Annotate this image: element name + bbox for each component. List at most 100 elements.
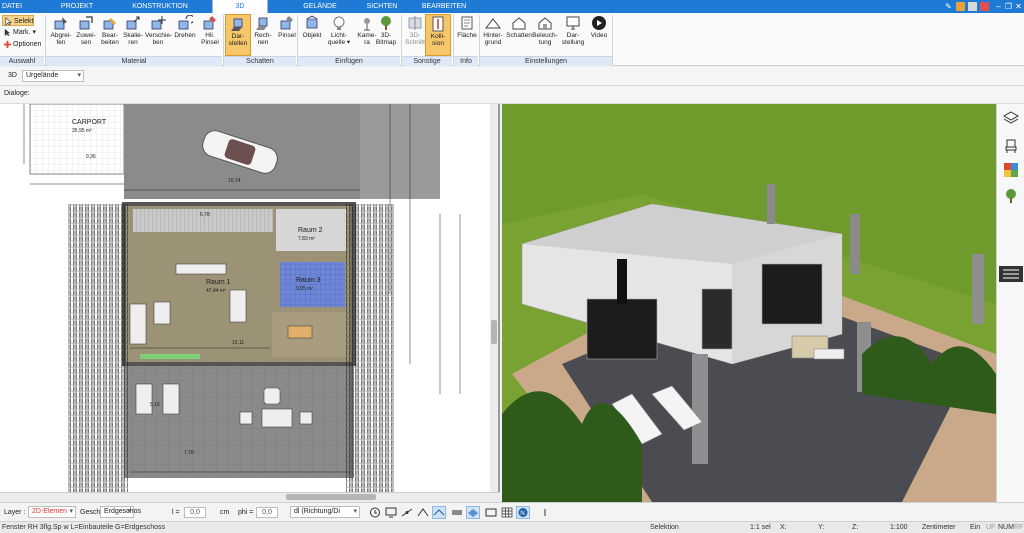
play-icon	[592, 16, 606, 30]
tab-sichten[interactable]: SICHTEN	[362, 0, 402, 13]
point-snap-icon[interactable]	[416, 506, 430, 519]
group-einstellungen: Einstellungen	[480, 56, 612, 66]
length-input[interactable]: 0,0	[184, 507, 206, 518]
selekt-button[interactable]: Selekt	[2, 15, 34, 26]
lichtquelle-button[interactable]: Licht-quelle ▾	[324, 14, 354, 56]
schatten-rechnen-button[interactable]: Rech-nen	[250, 14, 276, 56]
wall-snap-icon[interactable]	[450, 506, 464, 519]
objekt-button[interactable]: Objekt	[299, 14, 325, 56]
zuweisen-button[interactable]: Zuwei-sen	[73, 14, 99, 56]
drehen-label: Drehen	[174, 32, 196, 39]
plan-vertical-scrollbar[interactable]	[490, 104, 498, 492]
plan-vertical-scroll-thumb[interactable]	[491, 320, 497, 344]
plan-horizontal-scroll-thumb[interactable]	[286, 494, 376, 500]
direction-value: dl (Richtung/Di	[294, 508, 340, 515]
mark-label: Mark.	[13, 29, 31, 36]
floor-plan-view[interactable]: CARPORT 35,95 m² Raum 1 47,44 m² Raum 2 …	[0, 104, 500, 492]
video-button[interactable]: Video	[586, 14, 612, 56]
close-icon[interactable]: ✕	[1014, 2, 1023, 11]
snap-grid-icon[interactable]	[400, 506, 414, 519]
hil-pinsel-button[interactable]: Hil. Pinsel	[197, 14, 223, 56]
hintergrund-label-1: Hinter-	[483, 32, 503, 39]
tab-projekt[interactable]: PROJEKT	[60, 0, 94, 13]
raum3-area-label: 9,95 m²	[296, 286, 313, 292]
group-schatten: Schatten	[224, 56, 296, 66]
help-icon[interactable]	[968, 2, 977, 11]
verschieben-button[interactable]: Verschie-ben	[145, 14, 172, 56]
plus-icon	[3, 40, 12, 49]
geschoss-select[interactable]: Erdgeschos	[100, 506, 141, 518]
plan-horizontal-scrollbar[interactable]	[0, 492, 500, 502]
tab-datei[interactable]: DATEI	[0, 0, 24, 13]
tab-bearbeiten[interactable]: BEARBEITEN	[418, 0, 470, 13]
length-label: l =	[172, 509, 180, 516]
info-icon[interactable]	[980, 2, 989, 11]
lichtquelle-label-2: quelle ▾	[327, 39, 351, 46]
settings-icon[interactable]	[956, 2, 965, 11]
grid-icon[interactable]	[500, 506, 514, 519]
layer-stack-icon[interactable]	[484, 506, 498, 519]
assign-material-icon	[79, 16, 93, 30]
material-swatch-icon[interactable]	[1003, 162, 1019, 178]
kollision-button[interactable]: Kolli-sion	[425, 14, 451, 56]
plane-snap-icon[interactable]	[466, 506, 480, 519]
layer-select[interactable]: Urgelände	[22, 70, 84, 82]
raum1-area-label: 47,44 m²	[206, 288, 226, 294]
mark-icon	[4, 28, 11, 37]
selekt-label: Selekt	[14, 18, 34, 25]
skalieren-button[interactable]: Skalie-ren	[120, 14, 146, 56]
tab-gelaende[interactable]: GELÄNDE	[300, 0, 340, 13]
brush-icon	[203, 16, 216, 30]
move-icon	[151, 16, 166, 30]
schatten-einstellungen-button[interactable]: Schatten	[506, 14, 532, 56]
schatten-rechnen-label-1: Rech-	[254, 32, 272, 39]
area-icon	[461, 16, 473, 30]
carport-area-label: 35,95 m²	[72, 128, 92, 134]
panel-menu-icon[interactable]	[999, 266, 1023, 282]
display-monitor-icon	[566, 16, 580, 30]
tab-3d[interactable]: 3D	[212, 0, 268, 13]
lichtquelle-label-1: Licht-	[331, 32, 347, 39]
kamera-label-2: ra	[364, 39, 370, 46]
group-divider	[612, 15, 613, 65]
info-small-icon[interactable]	[538, 506, 552, 519]
edit-material-icon	[103, 18, 116, 30]
status-num: NUM	[998, 524, 1014, 531]
line-snap-icon[interactable]	[432, 506, 446, 519]
pin-icon[interactable]: ✎	[944, 2, 953, 11]
shadow-compute-icon	[256, 17, 268, 30]
flaeche-label: Fläche	[457, 32, 477, 39]
bottom-layer-select[interactable]: 2D-Elemen	[28, 506, 76, 518]
monitor-icon[interactable]	[384, 506, 398, 519]
house-shadow-icon	[512, 17, 526, 30]
eyedropper-icon	[54, 17, 67, 30]
status-unit: Zentimeter	[922, 524, 956, 531]
beleuchtung-button[interactable]: Beleuch-tung	[532, 14, 558, 56]
plant-icon[interactable]	[1003, 188, 1019, 204]
abgreifen-label-2: fen	[56, 39, 66, 46]
clock-icon[interactable]	[368, 506, 382, 519]
optionen-label: Optionen	[13, 41, 42, 48]
tab-konstruktion[interactable]: KONSTRUKTION	[130, 0, 190, 13]
schatten-darstellen-button[interactable]: Dar-stellen	[225, 14, 251, 56]
group-sonstige: Sonstige	[402, 56, 452, 66]
chair-icon[interactable]	[1003, 138, 1019, 154]
restore-icon[interactable]: ❐	[1004, 2, 1013, 11]
drehen-button[interactable]: Drehen	[172, 14, 198, 56]
north-icon[interactable]: N	[516, 506, 530, 519]
darstellung-button[interactable]: Dar-stellung	[560, 14, 586, 56]
3d-view[interactable]	[502, 104, 996, 502]
hintergrund-button[interactable]: Hinter-grund	[480, 14, 506, 56]
minimize-icon[interactable]: –	[994, 2, 1003, 11]
layers-icon[interactable]	[1003, 110, 1019, 126]
3d-bitmap-button[interactable]: 3D- Bitmap	[373, 14, 399, 56]
abgreifen-button[interactable]: Abgrei-fen	[48, 14, 74, 56]
optionen-button[interactable]: Optionen	[2, 39, 41, 50]
group-einfuegen: Einfügen	[298, 56, 400, 66]
mark-button[interactable]: Mark. ▾	[2, 27, 36, 38]
flaeche-button[interactable]: Fläche	[454, 14, 480, 56]
raum3-label: Raum 3	[296, 277, 321, 284]
phi-input[interactable]: 0,0	[256, 507, 278, 518]
direction-select[interactable]: dl (Richtung/Di	[290, 506, 360, 518]
cursor-icon	[5, 17, 13, 26]
